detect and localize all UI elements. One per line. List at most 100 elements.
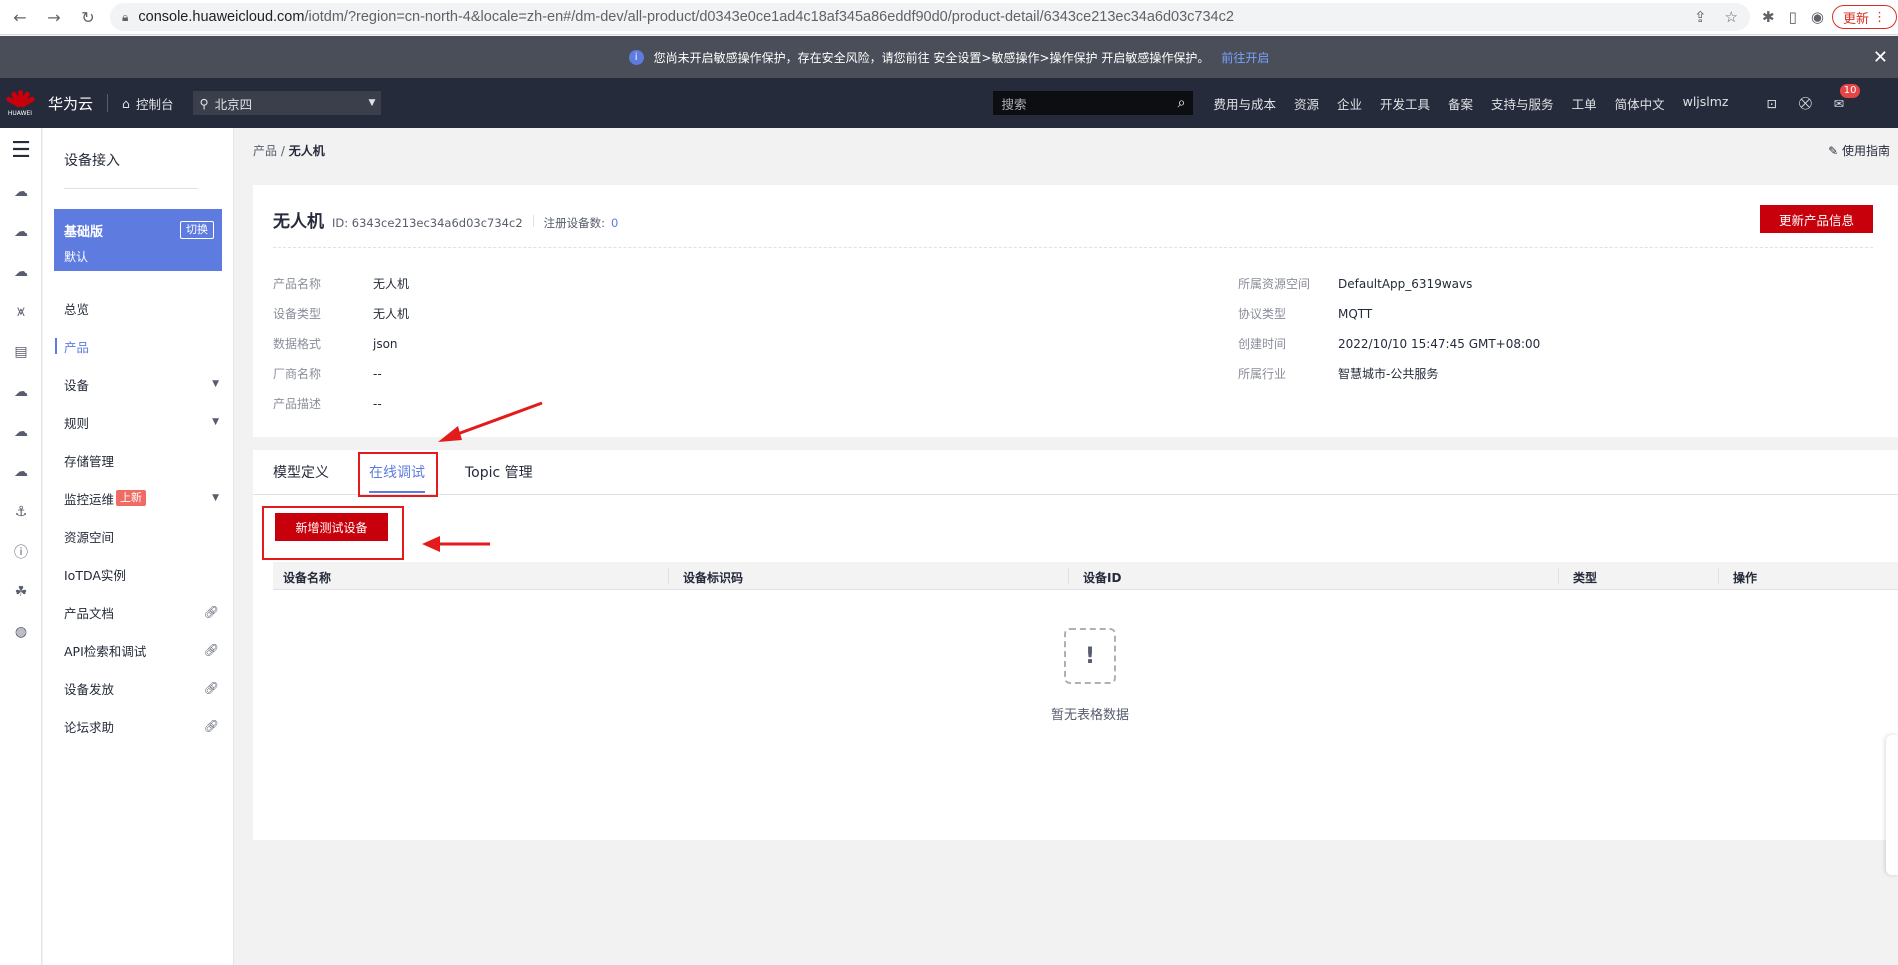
sidebar-item-iotda-instance[interactable]: IoTDA实例	[43, 555, 233, 593]
extensions-icon[interactable]: ✱	[1762, 8, 1775, 26]
field-key: 所属行业	[1238, 367, 1287, 381]
field-device-type: 设备类型 无人机	[273, 305, 409, 322]
ip-icon[interactable]: ⓘ	[0, 532, 42, 572]
registered-devices-count[interactable]: 0	[611, 216, 618, 230]
address-bar[interactable]: 🔒︎ console.huaweicloud.com/iotdm/?region…	[110, 3, 1750, 31]
cloud-chat-icon[interactable]: ☁	[0, 252, 42, 292]
sidebar-item-api-explorer[interactable]: API检索和调试 🔗︎	[43, 631, 233, 669]
profile-avatar[interactable]: ◉	[1811, 8, 1824, 26]
sidebar-item-storage[interactable]: 存储管理	[43, 441, 233, 479]
field-resource-space: 所属资源空间 DefaultApp_6319wavs	[1238, 275, 1472, 292]
sidebar-item-label: 监控运维	[64, 491, 115, 507]
sidebar-item-forum[interactable]: 论坛求助 🔗︎	[43, 707, 233, 745]
share-icon[interactable]: ⇪	[1694, 8, 1707, 26]
user-guide-link[interactable]: ✎ 使用指南	[1828, 142, 1890, 159]
browser-update-label: 更新	[1842, 11, 1869, 27]
menu-tickets[interactable]: 工单	[1572, 94, 1597, 113]
field-key: 厂商名称	[273, 367, 322, 381]
sidebar-item-overview[interactable]: 总览	[43, 289, 233, 327]
breadcrumb-parent[interactable]: 产品	[253, 144, 277, 158]
chevron-down-icon: ▼	[212, 493, 219, 503]
console-link[interactable]: ⌂ 控制台	[122, 94, 173, 113]
logo-word: HUAWEI	[7, 109, 33, 117]
field-created-time: 创建时间 2022/10/10 15:47:45 GMT+08:00	[1238, 335, 1540, 352]
message-icon[interactable]: ✉ 10	[1834, 83, 1861, 111]
field-description: 产品描述 --	[273, 395, 382, 412]
edition-card: 基础版 默认 切换	[54, 209, 222, 271]
close-icon[interactable]: ✕	[1873, 47, 1888, 68]
back-icon[interactable]: ←	[10, 8, 30, 27]
cart-icon[interactable]: ⛒	[1799, 95, 1812, 111]
region-select[interactable]: ⚲ 北京四 ▼	[193, 91, 382, 115]
browser-toolbar: ← → ↻ 🔒︎ console.huaweicloud.com/iotdm/?…	[0, 0, 1898, 35]
sidebar-item-label: IoTDA实例	[64, 567, 126, 583]
sidebar-item-label: 规则	[64, 415, 90, 431]
sidebar-item-product-docs[interactable]: 产品文档 🔗︎	[43, 593, 233, 631]
sidebar-item-rules[interactable]: 规则 ▼	[43, 403, 233, 441]
cloud-sync-icon[interactable]: ☁	[0, 452, 42, 492]
field-product-name: 产品名称 无人机	[273, 275, 409, 292]
cloud-dots-icon[interactable]: ☁	[0, 212, 42, 252]
tab-topic-management[interactable]: Topic 管理	[465, 462, 533, 482]
col-type: 类型	[1573, 571, 1598, 585]
field-value: json	[373, 337, 398, 351]
terminal-icon[interactable]: ⊡	[1767, 96, 1777, 111]
floating-toolbar[interactable]	[1886, 735, 1898, 875]
notice-text: 您尚未开启敏感操作保护，存在安全风险，请您前往 安全设置>敏感操作>操作保护 开…	[653, 50, 1210, 65]
breadcrumb-current: 无人机	[288, 144, 325, 158]
field-key: 数据格式	[273, 337, 322, 351]
search-icon[interactable]: ⌕	[1178, 95, 1186, 111]
field-value: MQTT	[1338, 307, 1373, 321]
anchor-icon[interactable]: ⚓	[0, 492, 42, 532]
cloud-upload-icon[interactable]: ☁	[0, 412, 42, 452]
update-product-button[interactable]: 更新产品信息	[1760, 205, 1873, 233]
chevron-down-icon: ▼	[212, 379, 219, 389]
forward-icon[interactable]: →	[44, 8, 64, 27]
menu-icp[interactable]: 备案	[1448, 94, 1473, 113]
menu-cost[interactable]: 费用与成本	[1213, 94, 1276, 113]
cluster-icon[interactable]: ☘	[0, 572, 42, 612]
new-badge: 上新	[116, 490, 147, 506]
sidebar-item-products[interactable]: 产品	[43, 327, 233, 365]
tab-model-definition[interactable]: 模型定义	[273, 462, 329, 482]
col-device-identifier: 设备标识码	[683, 571, 744, 585]
menu-resources[interactable]: 资源	[1294, 94, 1319, 113]
bridge-icon[interactable]: ⩙	[0, 292, 42, 332]
sidebar-item-device-provisioning[interactable]: 设备发放 🔗︎	[43, 669, 233, 707]
sidepanel-icon[interactable]: ▯	[1789, 8, 1797, 26]
annotation-box-tab	[358, 452, 438, 497]
console-label: 控制台	[135, 96, 174, 112]
menu-devtools[interactable]: 开发工具	[1380, 94, 1430, 113]
menu-enterprise[interactable]: 企业	[1337, 94, 1362, 113]
sidebar-item-label: 总览	[64, 301, 90, 317]
field-value: 2022/10/10 15:47:45 GMT+08:00	[1338, 337, 1541, 351]
field-value: 智慧城市-公共服务	[1338, 367, 1439, 381]
bookmark-star-icon[interactable]: ☆	[1725, 8, 1738, 26]
sidebar-item-label: 资源空间	[64, 529, 115, 545]
search-input[interactable]: 搜索 ⌕	[993, 91, 1194, 115]
annotation-arrow-tab	[438, 401, 543, 442]
field-value: --	[373, 367, 382, 381]
sidebar-item-monitoring[interactable]: 监控运维 上新 ▼	[43, 479, 233, 517]
document-icon[interactable]: ▤	[0, 332, 42, 372]
cloud-icon[interactable]: ☁	[0, 172, 42, 212]
edition-switch-button[interactable]: 切换	[180, 221, 214, 239]
huawei-logo[interactable]: HUAWEI	[0, 78, 40, 128]
browser-update-button[interactable]: 更新 ⋮	[1831, 5, 1898, 29]
sidebar-item-devices[interactable]: 设备 ▼	[43, 365, 233, 403]
menu-username[interactable]: wljslmz	[1683, 94, 1729, 113]
location-pin-icon: ⚲	[199, 95, 209, 111]
field-key: 所属资源空间	[1238, 277, 1311, 291]
menu-language[interactable]: 简体中文	[1615, 94, 1665, 113]
menu-support[interactable]: 支持与服务	[1491, 94, 1554, 113]
external-link-icon: 🔗︎	[203, 719, 219, 733]
globe-icon[interactable]: ◍	[0, 612, 42, 652]
sidebar-item-resource-space[interactable]: 资源空间	[43, 517, 233, 555]
cloud-outline-icon[interactable]: ☁	[0, 372, 42, 412]
reload-icon[interactable]: ↻	[78, 8, 98, 27]
user-guide-label: 使用指南	[1841, 144, 1890, 158]
notice-enable-link[interactable]: 前往开启	[1221, 49, 1269, 66]
registered-devices-label: 注册设备数:	[543, 216, 606, 230]
menu-icon[interactable]: ☰	[0, 128, 42, 172]
brand-name[interactable]: 华为云	[48, 93, 93, 114]
